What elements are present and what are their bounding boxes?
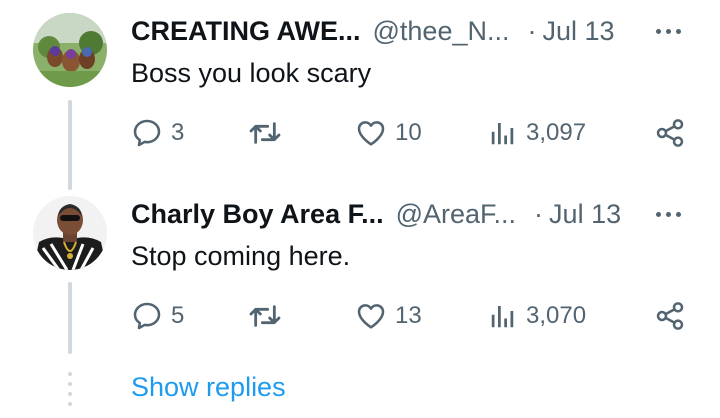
share-button[interactable] <box>654 296 686 336</box>
thread-line-2 <box>68 282 72 354</box>
avatar[interactable] <box>33 196 107 270</box>
like-button[interactable]: 10 <box>355 113 422 153</box>
tweet-header: CREATING AWE... @thee_N... · Jul 13 <box>131 14 615 48</box>
thread-line-1 <box>68 100 72 190</box>
reply-count: 3 <box>171 119 185 146</box>
separator-dot: · <box>534 198 544 229</box>
retweet-button[interactable] <box>247 113 291 153</box>
reply-button[interactable]: 5 <box>131 296 184 336</box>
retweet-button[interactable] <box>247 296 291 336</box>
like-icon <box>355 117 387 149</box>
views-button[interactable]: 3,097 <box>488 113 586 153</box>
tweet-text: Boss you look scary <box>131 58 372 88</box>
views-button[interactable]: 3,070 <box>488 296 586 336</box>
views-count: 3,070 <box>526 302 587 329</box>
retweet-icon <box>247 117 283 149</box>
thread-continuation-dots <box>68 372 72 412</box>
share-icon <box>654 300 686 332</box>
tweet-header: Charly Boy Area F... @AreaF... · Jul 13 <box>131 197 621 231</box>
tweet-date[interactable]: Jul 13 <box>549 199 621 230</box>
reply-icon <box>131 300 163 332</box>
reply-icon <box>131 117 163 149</box>
author-name[interactable]: Charly Boy Area F... <box>131 199 384 230</box>
views-count: 3,097 <box>526 119 587 146</box>
reply-count: 5 <box>171 302 185 329</box>
like-count: 10 <box>395 119 422 146</box>
more-icon[interactable] <box>650 14 686 48</box>
author-handle[interactable]: @thee_N... <box>373 16 510 47</box>
show-replies-link[interactable]: Show replies <box>131 372 286 403</box>
tweet-date[interactable]: Jul 13 <box>542 16 614 47</box>
author-handle[interactable]: @AreaF... <box>396 199 516 230</box>
separator-dot: · <box>527 15 537 46</box>
reply-button[interactable]: 3 <box>131 113 184 153</box>
share-button[interactable] <box>654 113 686 153</box>
retweet-icon <box>247 300 283 332</box>
views-icon <box>488 117 518 149</box>
views-icon <box>488 300 518 332</box>
avatar[interactable] <box>33 13 107 87</box>
more-icon[interactable] <box>650 197 686 231</box>
like-count: 13 <box>395 302 422 329</box>
like-button[interactable]: 13 <box>355 296 422 336</box>
share-icon <box>654 117 686 149</box>
tweet-text: Stop coming here. <box>131 241 351 271</box>
author-name[interactable]: CREATING AWE... <box>131 16 361 47</box>
like-icon <box>355 300 387 332</box>
